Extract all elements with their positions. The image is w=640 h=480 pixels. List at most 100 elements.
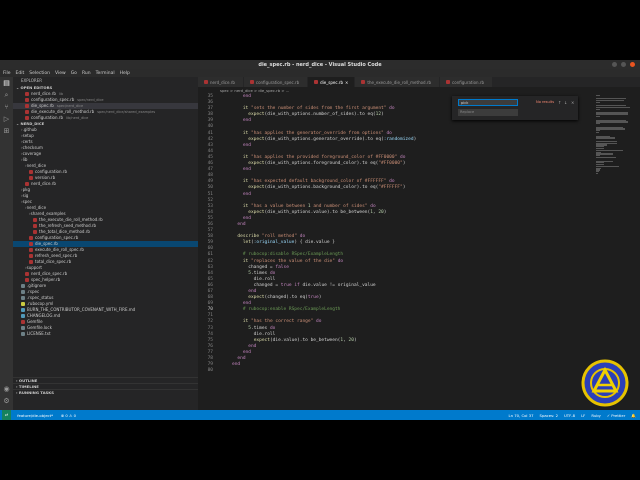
- menu-view[interactable]: View: [55, 71, 66, 76]
- open-editor-path: spec/nerd_dice/shared_examples: [97, 110, 156, 114]
- minimap-line: [596, 108, 600, 111]
- prettier-status[interactable]: ✓ Prettier: [607, 413, 625, 418]
- status-bar: ⇄ feature/die-object* ⊗ 0 ⚠ 0 Ln 70, Col…: [0, 410, 640, 420]
- menu-bar: File Edit Selection View Go Run Terminal Help: [0, 69, 640, 77]
- minimize-button[interactable]: [612, 62, 617, 67]
- minimap-line: [596, 137, 615, 139]
- indentation[interactable]: Spaces: 2: [540, 413, 558, 418]
- minimap-line: [596, 123, 600, 125]
- encoding[interactable]: UTF-8: [564, 413, 575, 418]
- tab-label: configuration.rb: [452, 79, 485, 85]
- tab-configuration_spec-rb[interactable]: configuration_spec.rb: [243, 77, 309, 87]
- code-text: # rubocop:enable RSpec/ExampleLength: [232, 307, 341, 313]
- file-icon: [25, 278, 29, 282]
- ruby-file-icon: [25, 110, 29, 114]
- menu-run[interactable]: Run: [82, 71, 91, 76]
- ruby-file-icon: [25, 92, 29, 96]
- file-icon: [21, 296, 25, 300]
- minimap-line: [596, 107, 630, 109]
- find-input[interactable]: pick: [458, 99, 518, 106]
- minimap-line: [596, 101, 600, 103]
- account-icon[interactable]: ◉: [0, 383, 13, 395]
- file-icon: [21, 320, 25, 324]
- file-icon: [25, 272, 29, 276]
- menu-edit[interactable]: Edit: [16, 71, 25, 76]
- file-icon: [29, 170, 33, 174]
- explorer-sidebar: EXPLORER ⌄ OPEN EDITORS nerd_dice.rb lib c…: [13, 77, 198, 410]
- tab-die_spec-rb[interactable]: die_spec.rb ×: [308, 77, 356, 87]
- problems-count[interactable]: ⊗ 0 ⚠ 0: [61, 413, 76, 418]
- tab-nerd_dice-rb[interactable]: nerd_dice.rb: [198, 77, 244, 87]
- ruby-file-icon: [314, 80, 319, 84]
- ruby-file-icon: [361, 80, 366, 84]
- minimap-line: [596, 128, 625, 130]
- file-icon: [29, 236, 33, 240]
- next-match-icon[interactable]: ↓: [564, 100, 567, 105]
- tab-label: die_spec.rb: [320, 79, 344, 85]
- file-icon: [33, 218, 37, 222]
- find-widget: pick Replace No results ↑ ↓ ×: [452, 96, 578, 120]
- file-icon: [33, 230, 37, 234]
- minimap-line: [596, 121, 628, 123]
- source-control-icon[interactable]: ⑂: [0, 101, 13, 113]
- ruby-file-icon: [446, 80, 451, 84]
- file-icon: [21, 302, 25, 306]
- menu-selection[interactable]: Selection: [29, 71, 50, 76]
- file-icon: [29, 248, 33, 252]
- breadcrumb[interactable]: spec > nerd_dice > die_spec.rb > ...: [198, 87, 640, 94]
- code-line: 80: [198, 368, 593, 374]
- ruby-file-icon: [249, 80, 254, 84]
- search-icon[interactable]: ⌕: [0, 89, 13, 101]
- minimap-line: [596, 114, 628, 116]
- ruby-file-icon: [25, 104, 29, 108]
- tab-configuration-rb[interactable]: configuration.rb: [440, 77, 494, 87]
- close-button[interactable]: [630, 62, 635, 67]
- file-icon: [29, 260, 33, 264]
- line-number: 80: [207, 368, 213, 374]
- close-find-icon[interactable]: ×: [571, 100, 574, 105]
- window-title: die_spec.rb - nerd_dice - Visual Studio …: [258, 61, 382, 68]
- file-icon: [21, 290, 25, 294]
- running-tasks-header[interactable]: › RUNNING TASKS: [13, 389, 198, 395]
- bell-icon[interactable]: 🔔: [631, 413, 636, 418]
- remote-indicator-icon[interactable]: ⇄: [2, 410, 12, 420]
- tab-label: nerd_dice.rb: [210, 79, 235, 85]
- maximize-button[interactable]: [621, 62, 626, 67]
- file-icon: [21, 332, 25, 336]
- file-icon: [29, 242, 33, 246]
- tree-item-label: LICENSE.txt: [27, 331, 51, 336]
- file-icon: [29, 176, 33, 180]
- open-editors-list: nerd_dice.rb lib configuration_spec.rb spec…: [13, 91, 198, 121]
- vscode-window: die_spec.rb - nerd_dice - Visual Studio …: [0, 60, 640, 420]
- explorer-title: EXPLORER: [21, 78, 42, 83]
- code-editor[interactable]: 35 end 36 37 it "sets the number of sides …: [198, 94, 593, 410]
- file-icon: [29, 254, 33, 258]
- cursor-position[interactable]: Ln 70, Col 37: [508, 413, 533, 418]
- replace-input[interactable]: Replace: [458, 109, 518, 116]
- ruby-file-icon: [25, 98, 29, 102]
- tree-item-label: nerd_dice.rb: [31, 181, 56, 186]
- code-text: let(:original_value) { die.value }: [242, 240, 335, 246]
- language-mode[interactable]: Ruby: [591, 413, 601, 418]
- run-debug-icon[interactable]: ▷: [0, 113, 13, 125]
- tab-the_execute_die_roll_method-rb[interactable]: the_execute_die_roll_method.rb: [355, 77, 441, 87]
- explorer-icon[interactable]: ▤: [0, 77, 13, 89]
- minimap[interactable]: [596, 94, 636, 214]
- file-icon: [25, 182, 29, 186]
- line-endings[interactable]: LF: [581, 413, 585, 418]
- minimap-line: [596, 156, 616, 159]
- tab-label: the_execute_die_roll_method.rb: [367, 79, 432, 85]
- gear-icon[interactable]: ⚙: [0, 395, 13, 407]
- menu-help[interactable]: Help: [120, 71, 130, 76]
- menu-go[interactable]: Go: [71, 71, 77, 76]
- git-branch[interactable]: feature/die-object*: [17, 413, 53, 418]
- tree-item[interactable]: LICENSE.txt: [13, 331, 198, 337]
- menu-file[interactable]: File: [3, 71, 11, 76]
- menu-terminal[interactable]: Terminal: [96, 71, 115, 76]
- prev-match-icon[interactable]: ↑: [558, 100, 561, 105]
- file-icon: [21, 326, 25, 330]
- ruby-file-icon: [204, 80, 208, 84]
- extensions-icon[interactable]: ⊞: [0, 125, 13, 137]
- close-tab-icon[interactable]: ×: [345, 80, 348, 85]
